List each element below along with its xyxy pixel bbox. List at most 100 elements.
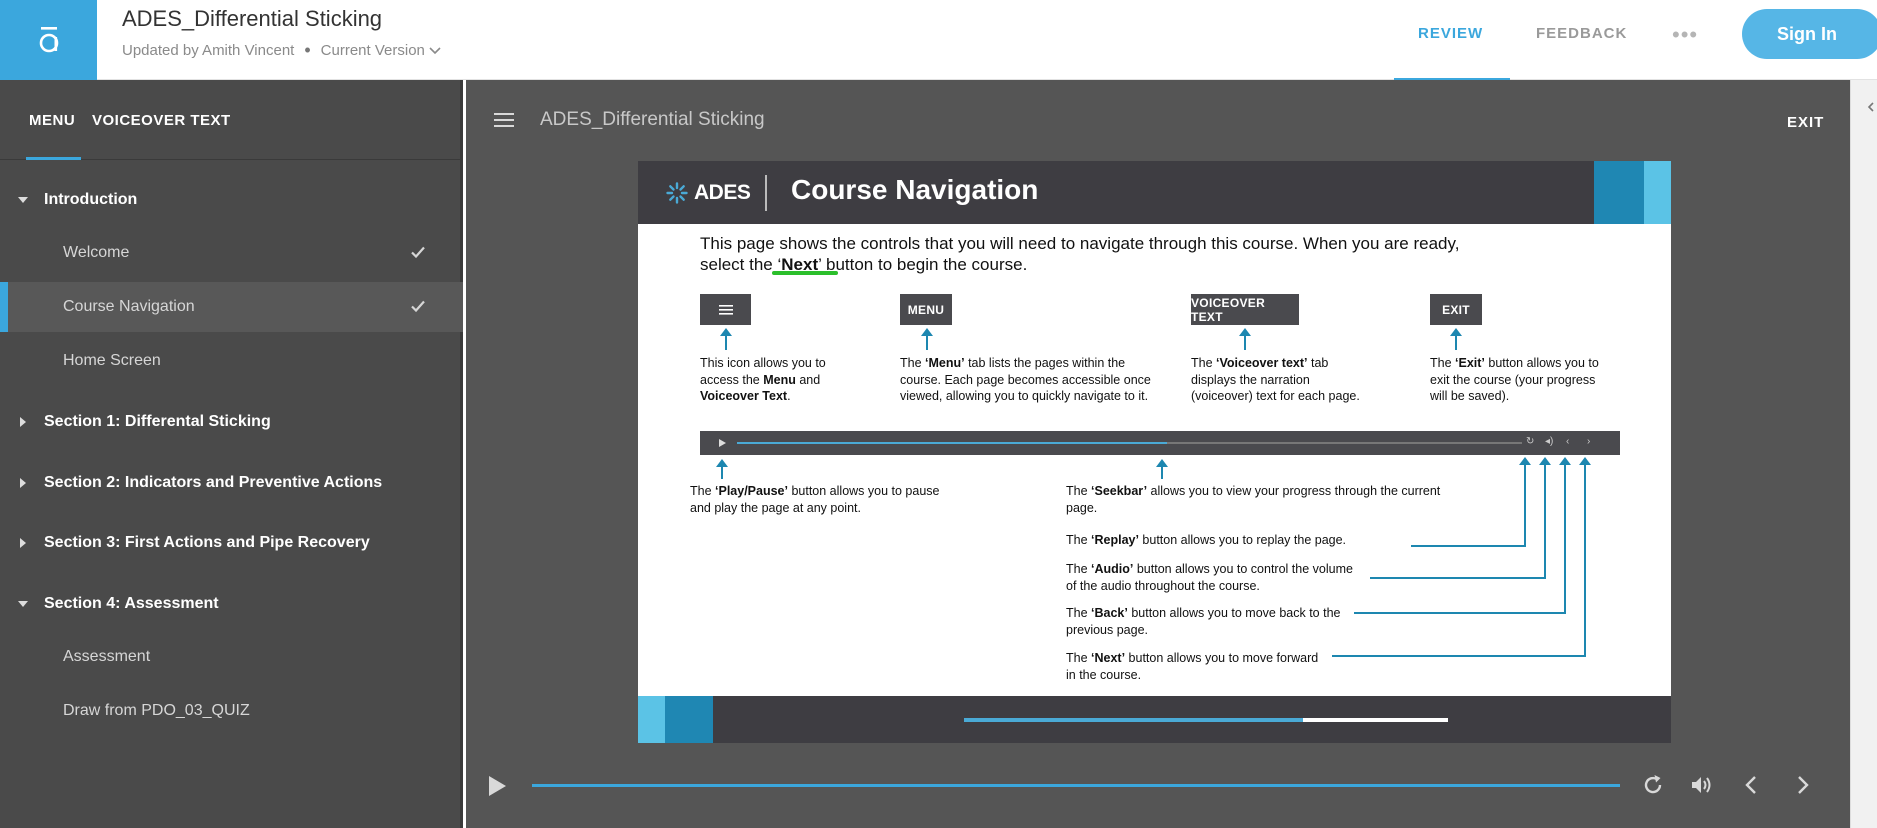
sidebar-item-welcome[interactable]: Welcome	[0, 228, 463, 278]
tab-voiceover-text[interactable]: VOICEOVER TEXT	[92, 112, 231, 129]
chevron-left-icon	[1867, 102, 1874, 112]
slide-header: ADES Course Navigation	[638, 161, 1671, 224]
replay-connector-line	[1411, 545, 1526, 547]
meta-separator: •	[304, 40, 311, 60]
arrow-up-icon	[716, 459, 728, 479]
header-accent-block-light	[1644, 161, 1671, 224]
arrow-up-icon	[1239, 328, 1251, 350]
next-connector-line	[1332, 655, 1586, 657]
intro-line-1: This page shows the controls that you wi…	[700, 234, 1460, 253]
audio-connector-line	[1370, 577, 1546, 579]
section-label: Section 1: Differental Sticking	[44, 413, 271, 430]
sidebar-item-draw-quiz[interactable]: Draw from PDO_03_QUIZ	[0, 686, 463, 736]
intro-suffix: ’ button to begin the course.	[818, 255, 1028, 274]
desc-back: The ‘Back’ button allows you to move bac…	[1066, 606, 1341, 637]
arrow-up-icon	[921, 328, 933, 350]
footer-accent-block	[665, 696, 713, 743]
exit-button[interactable]: EXIT	[1787, 114, 1824, 131]
sidebar-section-introduction[interactable]: Introduction	[0, 180, 463, 220]
desc-next: The ‘Next’ button allows you to move for…	[1066, 651, 1319, 682]
audio-connector	[1539, 457, 1551, 578]
page-label: Assessment	[63, 648, 151, 665]
tab-review[interactable]: REVIEW	[1418, 25, 1483, 42]
back-connector	[1559, 457, 1571, 613]
desc-replay: The ‘Replay’ button allows you to replay…	[1066, 533, 1347, 547]
document-title: ADES_Differential Sticking	[122, 6, 383, 31]
sidebar-section-3[interactable]: Section 3: First Actions and Pipe Recove…	[0, 523, 463, 563]
page-scrollbar[interactable]	[1850, 80, 1877, 828]
sidebar-section-4[interactable]: Section 4: Assessment	[0, 584, 463, 624]
page-label: Home Screen	[63, 352, 161, 369]
play-icon	[719, 439, 726, 447]
audio-icon: ◂)	[1545, 436, 1554, 447]
footer-accent-block-light	[638, 696, 665, 743]
section-label: Section 4: Assessment	[44, 595, 219, 612]
sidebar-section-2[interactable]: Section 2: Indicators and Preventive Act…	[0, 463, 463, 503]
caret-right-icon	[0, 538, 44, 548]
page-label: Draw from PDO_03_QUIZ	[63, 702, 250, 719]
ades-logo-icon	[666, 182, 688, 204]
checkmark-icon	[411, 246, 425, 259]
version-dropdown[interactable]: Current Version	[321, 42, 441, 59]
ades-logo: ADES	[666, 181, 751, 205]
more-options-icon[interactable]: •••	[1672, 22, 1698, 48]
top-header: ADES_Differential Sticking Updated by Am…	[0, 0, 1877, 81]
checkmark-icon	[411, 300, 425, 313]
sidebar-item-home-screen[interactable]: Home Screen	[0, 336, 463, 386]
demo-exit-button: EXIT	[1430, 294, 1482, 325]
next-icon: ›	[1587, 436, 1591, 447]
demo-player-bar: ↻ ◂) ‹ ›	[700, 431, 1620, 455]
player-course-title: ADES_Differential Sticking	[540, 109, 765, 130]
replay-icon: ↻	[1526, 436, 1535, 447]
replay-icon[interactable]	[1640, 772, 1666, 798]
tab-menu[interactable]: MENU	[29, 112, 75, 129]
slide-title: Course Navigation	[791, 174, 1039, 205]
chevron-down-icon	[429, 46, 441, 54]
version-label: Current Version	[320, 42, 425, 59]
intro-prefix: select the ‘	[700, 255, 782, 274]
tab-feedback[interactable]: FEEDBACK	[1536, 25, 1627, 42]
desc-audio: The ‘Audio’ button allows you to control…	[1066, 562, 1353, 593]
section-label: Introduction	[44, 191, 138, 208]
hamburger-menu-icon[interactable]	[494, 113, 514, 127]
slide-content: ADES Course Navigation This page shows t…	[638, 161, 1671, 743]
course-sidebar: MENU VOICEOVER TEXT Introduction Welcome…	[0, 80, 463, 828]
sidebar-tabs: MENU VOICEOVER TEXT	[0, 80, 463, 160]
next-connector	[1579, 457, 1591, 656]
slide-progress-fill	[964, 718, 1303, 722]
audio-icon[interactable]	[1688, 772, 1714, 798]
active-sidebar-tab-indicator	[26, 157, 81, 160]
header-divider	[765, 175, 767, 211]
app-logo[interactable]	[0, 0, 97, 80]
play-icon[interactable]	[486, 774, 508, 798]
arrow-up-icon	[720, 328, 732, 350]
hamburger-icon	[718, 304, 733, 315]
header-accent-block	[1594, 161, 1644, 224]
back-icon[interactable]	[1739, 772, 1765, 798]
page-label: Course Navigation	[63, 298, 195, 315]
next-icon[interactable]	[1789, 772, 1815, 798]
arrow-up-icon	[1450, 328, 1462, 350]
back-icon: ‹	[1566, 436, 1570, 447]
sidebar-item-course-navigation[interactable]: Course Navigation	[0, 282, 463, 332]
demo-voiceover-button: VOICEOVER TEXT	[1191, 294, 1299, 325]
sign-in-button[interactable]: Sign In	[1742, 9, 1877, 59]
desc-play-pause: The ‘Play/Pause’ button allows you to pa…	[690, 484, 940, 515]
caret-down-icon	[0, 601, 44, 607]
section-label: Section 2: Indicators and Preventive Act…	[44, 474, 383, 491]
seekbar[interactable]	[532, 784, 1620, 787]
sidebar-section-1[interactable]: Section 1: Differental Sticking	[0, 402, 463, 442]
slide-intro-text: This page shows the controls that you wi…	[700, 233, 1560, 275]
desc-menu-tab: The ‘Menu’ tab lists the pages within th…	[900, 356, 1151, 403]
sidebar-item-assessment[interactable]: Assessment	[0, 632, 463, 682]
demo-menu-button: MENU	[900, 294, 952, 325]
desc-exit-button: The ‘Exit’ button allows you to exit the…	[1430, 356, 1599, 403]
page-label: Welcome	[63, 244, 130, 261]
desc-voiceover-tab: The ‘Voiceover text’ tab displays the na…	[1191, 356, 1360, 403]
ades-logo-text: ADES	[694, 181, 751, 204]
caret-right-icon	[0, 478, 44, 488]
document-meta: Updated by Amith Vincent • Current Versi…	[122, 40, 441, 60]
caret-right-icon	[0, 417, 44, 427]
desc-menu-icon: This icon allows you to access the Menu …	[700, 356, 826, 403]
back-connector-line	[1354, 612, 1566, 614]
